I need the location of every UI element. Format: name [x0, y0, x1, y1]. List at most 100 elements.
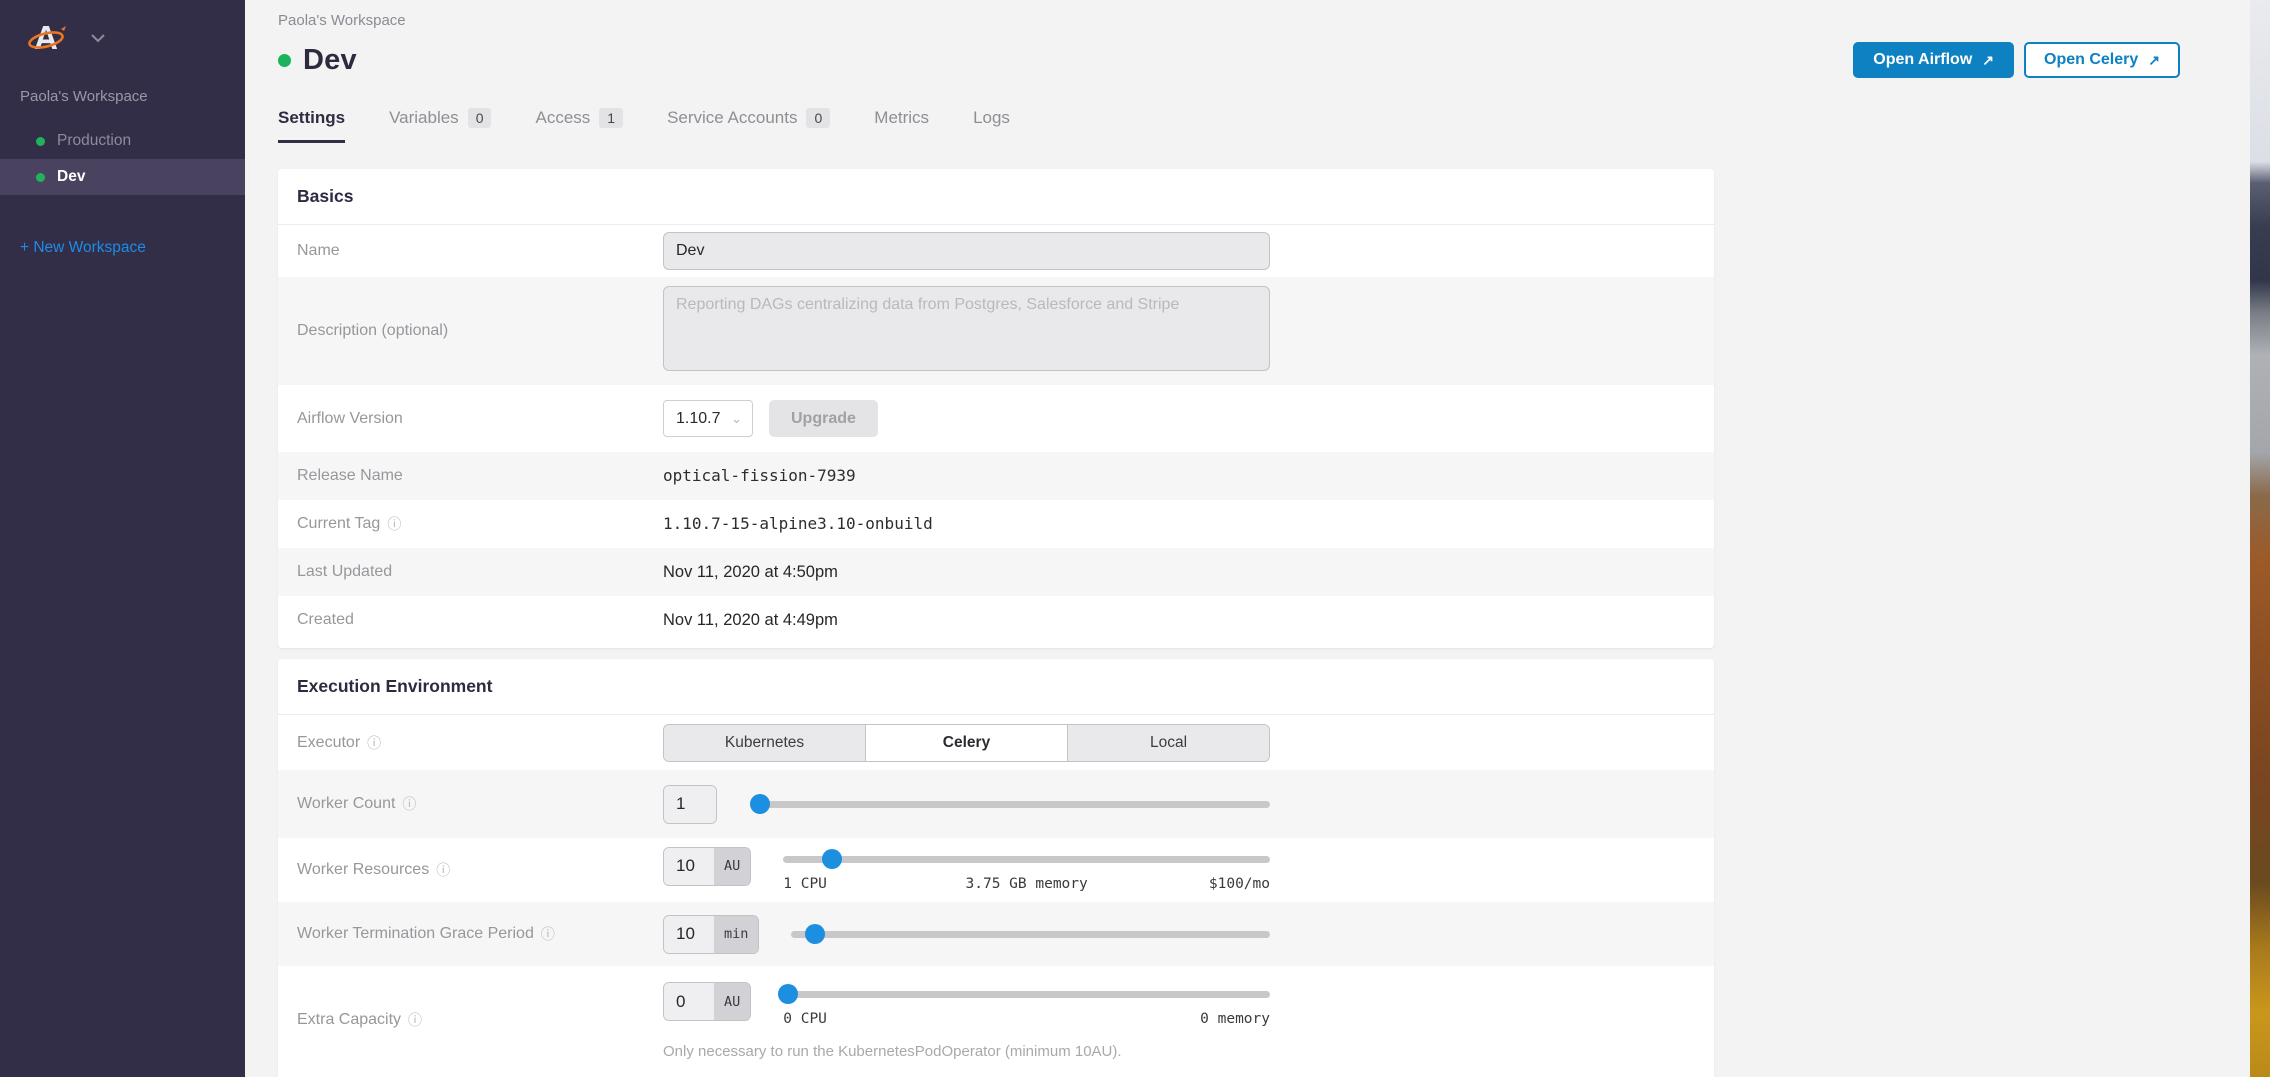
- status-dot-green: [36, 173, 45, 182]
- executor-option-kubernetes[interactable]: Kubernetes: [664, 725, 865, 761]
- slider-handle[interactable]: [778, 984, 798, 1004]
- tab-badge: 0: [468, 108, 492, 128]
- tab-label: Logs: [973, 108, 1010, 128]
- worker-count-row: Worker Count ⓘ 1: [278, 770, 1714, 838]
- tab-bar: Settings Variables 0 Access 1 Service Ac…: [278, 108, 1010, 143]
- grace-period-row: Worker Termination Grace Period ⓘ 10 min: [278, 902, 1714, 966]
- last-updated-value: Nov 11, 2020 at 4:50pm: [663, 563, 838, 581]
- cost-label: $100/mo: [1209, 876, 1270, 892]
- grace-period-slider[interactable]: [791, 924, 1270, 944]
- deployment-list: Production Dev: [0, 123, 245, 195]
- workspace-switcher-chevron-icon[interactable]: [90, 33, 106, 43]
- tab-label: Settings: [278, 108, 345, 128]
- executor-segmented-control: Kubernetes Celery Local: [663, 724, 1270, 762]
- upgrade-button[interactable]: Upgrade: [769, 400, 878, 437]
- extra-capacity-input[interactable]: 0 AU: [663, 982, 751, 1021]
- executor-label: Executor: [297, 734, 360, 752]
- memory-label: 3.75 GB memory: [966, 876, 1088, 892]
- worker-resources-row: Worker Resources ⓘ 10 AU 1 CPU: [278, 838, 1714, 902]
- cpu-label: 0 CPU: [783, 1011, 827, 1027]
- tab-badge: 0: [806, 108, 830, 128]
- sidebar-item-dev[interactable]: Dev: [0, 159, 245, 195]
- worker-resources-label: Worker Resources: [297, 861, 429, 879]
- name-input[interactable]: [663, 232, 1270, 270]
- extra-capacity-value: 0: [664, 983, 714, 1020]
- created-label: Created: [278, 611, 663, 629]
- execution-environment-card: Execution Environment Executor ⓘ Kuberne…: [278, 659, 1714, 1077]
- tab-label: Access: [535, 108, 590, 128]
- page-title: Dev: [303, 44, 357, 77]
- open-celery-button[interactable]: Open Celery ↗: [2024, 42, 2180, 78]
- info-icon[interactable]: ⓘ: [436, 860, 450, 880]
- created-row: Created Nov 11, 2020 at 4:49pm: [278, 596, 1714, 644]
- grace-period-unit: min: [714, 916, 758, 953]
- tab-variables[interactable]: Variables 0: [389, 108, 491, 143]
- info-icon[interactable]: ⓘ: [387, 514, 401, 534]
- executor-option-local[interactable]: Local: [1067, 725, 1269, 761]
- app-root: A Paola's Workspace Production Dev + New…: [0, 0, 2270, 1077]
- slider-handle[interactable]: [822, 849, 842, 869]
- worker-count-value: 1: [664, 786, 716, 823]
- airflow-version-value: 1.10.7: [676, 410, 720, 428]
- new-workspace-link[interactable]: + New Workspace: [20, 239, 245, 257]
- description-input[interactable]: [663, 286, 1270, 371]
- sidebar-workspace-label: Paola's Workspace: [0, 60, 245, 105]
- extra-capacity-unit: AU: [714, 983, 750, 1020]
- airflow-version-label: Airflow Version: [278, 410, 663, 428]
- external-link-icon: ↗: [2148, 52, 2160, 69]
- worker-count-slider[interactable]: [750, 794, 1270, 814]
- info-icon[interactable]: ⓘ: [408, 1010, 422, 1030]
- worker-resources-slider[interactable]: [783, 849, 1270, 869]
- grace-period-input[interactable]: 10 min: [663, 915, 759, 954]
- svg-text:A: A: [34, 19, 58, 56]
- tab-access[interactable]: Access 1: [535, 108, 623, 143]
- desktop-wallpaper-strip: [2250, 0, 2270, 1077]
- extra-capacity-slider[interactable]: [783, 984, 1270, 1004]
- status-dot-green: [36, 137, 45, 146]
- info-icon[interactable]: ⓘ: [541, 924, 555, 944]
- external-link-icon: ↗: [1982, 52, 1994, 69]
- sidebar: A Paola's Workspace Production Dev + New…: [0, 0, 245, 1077]
- created-value: Nov 11, 2020 at 4:49pm: [663, 611, 838, 629]
- info-icon[interactable]: ⓘ: [402, 794, 416, 814]
- basics-card-title: Basics: [278, 169, 1714, 225]
- current-tag-value: 1.10.7-15-alpine3.10-onbuild: [663, 514, 933, 533]
- tab-settings[interactable]: Settings: [278, 108, 345, 143]
- tab-label: Metrics: [874, 108, 929, 128]
- info-icon[interactable]: ⓘ: [367, 733, 381, 753]
- page-header: Dev Open Airflow ↗ Open Celery ↗: [278, 40, 2180, 80]
- tab-service-accounts[interactable]: Service Accounts 0: [667, 108, 830, 143]
- release-name-label: Release Name: [278, 467, 663, 485]
- slider-handle[interactable]: [750, 794, 770, 814]
- airflow-version-select[interactable]: 1.10.7 ⌄: [663, 400, 753, 437]
- description-row: Description (optional): [278, 277, 1714, 385]
- current-tag-row: Current Tag ⓘ 1.10.7-15-alpine3.10-onbui…: [278, 500, 1714, 548]
- name-row: Name: [278, 225, 1714, 277]
- astronomer-logo-icon[interactable]: A: [24, 16, 68, 60]
- slider-track: [791, 931, 1270, 938]
- release-name-row: Release Name optical-fission-7939: [278, 452, 1714, 500]
- extra-capacity-note: Only necessary to run the KubernetesPodO…: [663, 1043, 1270, 1060]
- sidebar-item-label: Production: [57, 132, 131, 150]
- slider-track: [783, 991, 1270, 998]
- execution-card-title: Execution Environment: [278, 659, 1714, 715]
- tab-logs[interactable]: Logs: [973, 108, 1010, 143]
- last-updated-row: Last Updated Nov 11, 2020 at 4:50pm: [278, 548, 1714, 596]
- basics-card: Basics Name Description (optional) Airfl…: [278, 169, 1714, 648]
- open-celery-label: Open Celery: [2044, 51, 2138, 69]
- worker-resources-scale: 1 CPU 3.75 GB memory $100/mo: [783, 876, 1270, 894]
- tab-metrics[interactable]: Metrics: [874, 108, 929, 143]
- worker-count-input[interactable]: 1: [663, 785, 717, 824]
- extra-capacity-scale: 0 CPU 0 memory: [783, 1011, 1270, 1029]
- open-airflow-label: Open Airflow: [1873, 51, 1972, 69]
- grace-period-value: 10: [664, 916, 714, 953]
- sidebar-item-production[interactable]: Production: [0, 123, 245, 159]
- extra-capacity-row: Extra Capacity ⓘ 0 AU: [278, 966, 1714, 1077]
- worker-resources-input[interactable]: 10 AU: [663, 847, 751, 886]
- executor-row: Executor ⓘ Kubernetes Celery Local: [278, 715, 1714, 770]
- grace-period-label: Worker Termination Grace Period: [297, 925, 534, 943]
- slider-handle[interactable]: [805, 924, 825, 944]
- extra-capacity-label: Extra Capacity: [297, 1011, 401, 1029]
- executor-option-celery[interactable]: Celery: [865, 725, 1067, 761]
- open-airflow-button[interactable]: Open Airflow ↗: [1853, 42, 2014, 78]
